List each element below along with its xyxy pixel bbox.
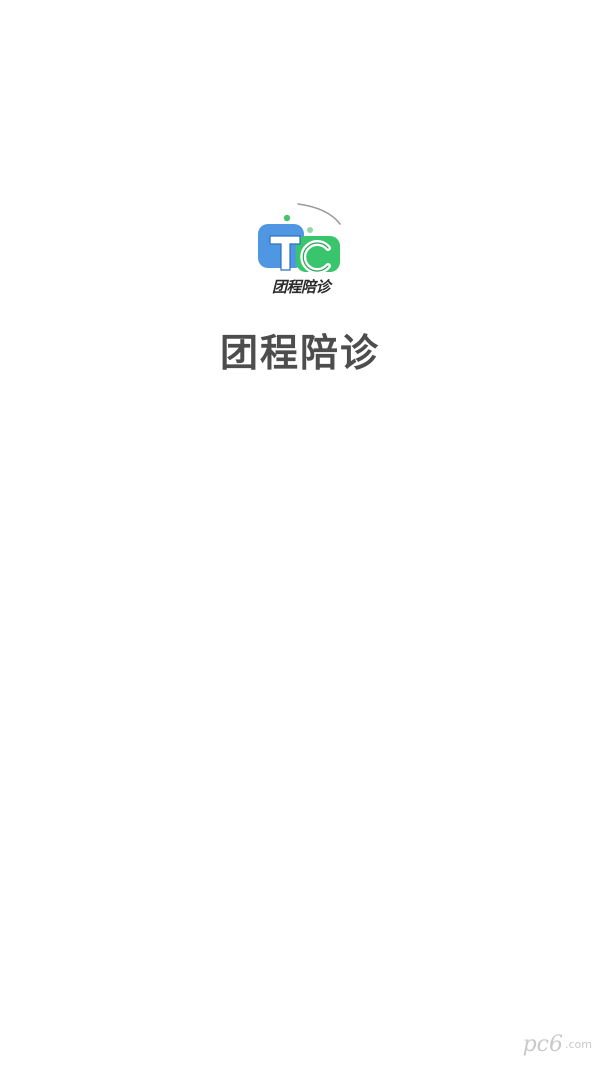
splash-screen: 团程陪诊 团程陪诊 pc6 .com [0,0,600,1067]
app-title: 团程陪诊 [219,331,380,375]
site-watermark: pc6 .com [523,1032,592,1057]
logo-caption: 团程陪诊 [271,278,331,296]
watermark-sub: .com [565,1038,592,1051]
watermark-main: pc6 [522,1032,563,1057]
